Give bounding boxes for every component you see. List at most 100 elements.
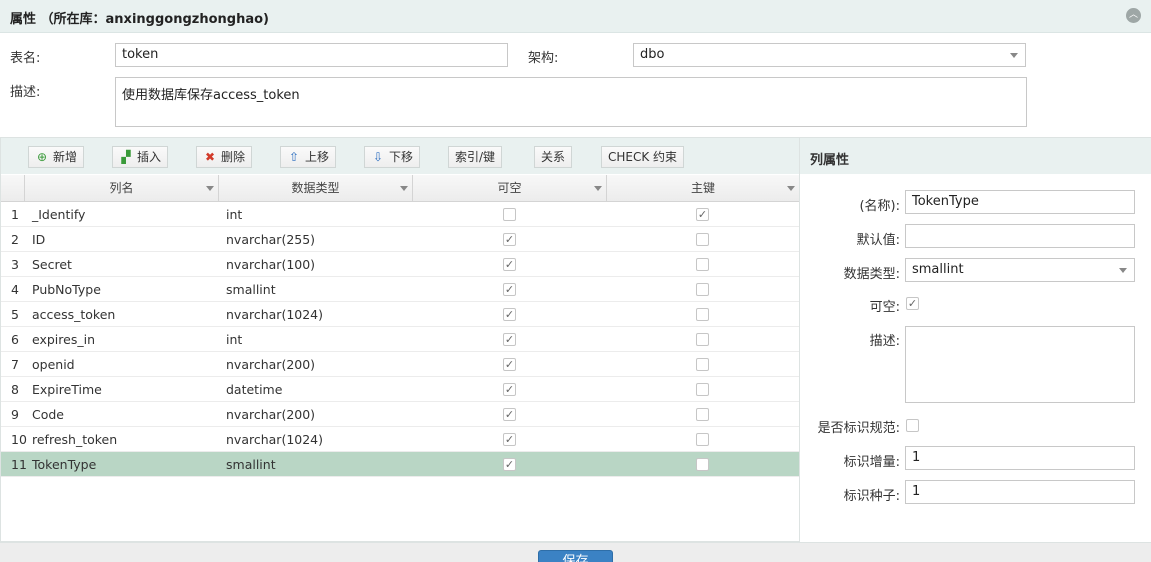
add-button[interactable]: ⊕ 新增 xyxy=(28,146,85,168)
nullable-checkbox[interactable] xyxy=(503,208,516,221)
data-type-cell[interactable]: nvarchar(200) xyxy=(226,357,315,372)
table-name-label: 表名: xyxy=(10,51,41,66)
table-row[interactable]: 10 refresh_token nvarchar(1024) ✓ xyxy=(1,427,799,452)
column-description-textarea[interactable] xyxy=(905,326,1135,403)
row-index: 9 xyxy=(11,407,19,422)
column-name-cell[interactable]: expires_in xyxy=(32,332,95,347)
save-button[interactable]: 保存 xyxy=(538,550,613,562)
columns-grid-panel: ⊕ 新增 ▞ 插入 ✖ 删除 ⇧ 上移 ⇩ 下移 索引/键 关系 CHECK 约束 列名 … xyxy=(0,137,800,542)
index-key-button[interactable]: 索引/键 xyxy=(448,146,503,168)
grid-header-type[interactable]: 数据类型 xyxy=(219,175,413,202)
identity-increment-input[interactable]: 1 xyxy=(905,446,1135,470)
primary-key-checkbox[interactable] xyxy=(696,383,709,396)
move-up-button[interactable]: ⇧ 上移 xyxy=(280,146,337,168)
chevron-down-icon xyxy=(1010,53,1018,58)
nullable-checkbox[interactable]: ✓ xyxy=(503,308,516,321)
column-name-cell[interactable]: access_token xyxy=(32,307,115,322)
chevron-down-icon[interactable] xyxy=(400,186,408,191)
nullable-checkbox[interactable]: ✓ xyxy=(503,283,516,296)
insert-icon: ▞ xyxy=(121,150,131,164)
primary-key-checkbox[interactable]: ✓ xyxy=(696,208,709,221)
row-index: 7 xyxy=(11,357,19,372)
column-name-cell[interactable]: ExpireTime xyxy=(32,382,102,397)
schema-select[interactable]: dbo xyxy=(633,43,1026,67)
collapse-icon[interactable]: ︿ xyxy=(1126,8,1141,23)
check-constraint-button[interactable]: CHECK 约束 xyxy=(601,146,685,168)
grid-header-pk[interactable]: 主键 xyxy=(607,175,799,202)
chevron-down-icon[interactable] xyxy=(206,186,214,191)
table-row[interactable]: 4 PubNoType smallint ✓ xyxy=(1,277,799,302)
primary-key-checkbox[interactable] xyxy=(696,258,709,271)
table-name-input[interactable]: token xyxy=(115,43,508,67)
column-name-cell[interactable]: PubNoType xyxy=(32,282,101,297)
identity-seed-input[interactable]: 1 xyxy=(905,480,1135,504)
table-row[interactable]: 11 TokenType smallint ✓ xyxy=(1,452,799,477)
insert-button-label: 插入 xyxy=(137,150,162,164)
move-down-button[interactable]: ⇩ 下移 xyxy=(364,146,421,168)
add-button-label: 新增 xyxy=(53,150,78,164)
column-name-cell[interactable]: _Identify xyxy=(32,207,85,222)
nullable-checkbox[interactable]: ✓ xyxy=(503,433,516,446)
grid-header-nullable[interactable]: 可空 xyxy=(413,175,607,202)
table-row[interactable]: 3 Secret nvarchar(100) ✓ xyxy=(1,252,799,277)
table-row[interactable]: 7 openid nvarchar(200) ✓ xyxy=(1,352,799,377)
primary-key-checkbox[interactable] xyxy=(696,433,709,446)
data-type-cell[interactable]: nvarchar(1024) xyxy=(226,307,323,322)
nullable-checkbox[interactable]: ✓ xyxy=(503,383,516,396)
data-type-cell[interactable]: datetime xyxy=(226,382,282,397)
table-row[interactable]: 5 access_token nvarchar(1024) ✓ xyxy=(1,302,799,327)
primary-key-checkbox[interactable] xyxy=(696,458,709,471)
default-value-input[interactable] xyxy=(905,224,1135,248)
column-name-cell[interactable]: refresh_token xyxy=(32,432,117,447)
primary-key-checkbox[interactable] xyxy=(696,308,709,321)
data-type-cell[interactable]: nvarchar(200) xyxy=(226,407,315,422)
table-row[interactable]: 9 Code nvarchar(200) ✓ xyxy=(1,402,799,427)
primary-key-checkbox[interactable] xyxy=(696,408,709,421)
table-row[interactable]: 2 ID nvarchar(255) ✓ xyxy=(1,227,799,252)
data-type-cell[interactable]: nvarchar(100) xyxy=(226,257,315,272)
relation-button[interactable]: 关系 xyxy=(534,146,573,168)
grid-header: 列名 数据类型 可空 主键 xyxy=(1,175,799,202)
data-type-cell[interactable]: smallint xyxy=(226,282,276,297)
page-title: 属性 （所在库：anxinggongzhonghao) xyxy=(10,12,269,27)
primary-key-checkbox[interactable] xyxy=(696,358,709,371)
column-name-cell[interactable]: Code xyxy=(32,407,64,422)
data-type-cell[interactable]: int xyxy=(226,207,242,222)
column-name-cell[interactable]: Secret xyxy=(32,257,72,272)
primary-key-checkbox[interactable] xyxy=(696,333,709,346)
nullable-checkbox[interactable]: ✓ xyxy=(503,408,516,421)
data-type-select[interactable]: smallint xyxy=(905,258,1135,282)
table-row[interactable]: 6 expires_in int ✓ xyxy=(1,327,799,352)
nullable-checkbox[interactable]: ✓ xyxy=(906,297,919,310)
description-textarea[interactable]: 使用数据库保存access_token xyxy=(115,77,1027,127)
column-name-cell[interactable]: ID xyxy=(32,232,45,247)
table-row[interactable]: 1 _Identify int ✓ xyxy=(1,202,799,227)
column-name-input[interactable]: TokenType xyxy=(905,190,1135,214)
plus-circle-icon: ⊕ xyxy=(36,150,48,164)
nullable-checkbox[interactable]: ✓ xyxy=(503,458,516,471)
row-index: 5 xyxy=(11,307,19,322)
identity-spec-checkbox[interactable] xyxy=(906,419,919,432)
data-type-cell[interactable]: int xyxy=(226,332,242,347)
nullable-checkbox[interactable]: ✓ xyxy=(503,233,516,246)
primary-key-checkbox[interactable] xyxy=(696,233,709,246)
table-row[interactable]: 8 ExpireTime datetime ✓ xyxy=(1,377,799,402)
data-type-cell[interactable]: nvarchar(255) xyxy=(226,232,315,247)
data-type-select-value: smallint xyxy=(912,262,964,277)
chevron-down-icon[interactable] xyxy=(594,186,602,191)
insert-button[interactable]: ▞ 插入 xyxy=(112,146,169,168)
default-value-label: 默认值: xyxy=(856,233,900,248)
delete-button[interactable]: ✖ 删除 xyxy=(196,146,253,168)
column-name-cell[interactable]: openid xyxy=(32,357,75,372)
column-name-cell[interactable]: TokenType xyxy=(32,457,96,472)
data-type-cell[interactable]: nvarchar(1024) xyxy=(226,432,323,447)
data-type-cell[interactable]: smallint xyxy=(226,457,276,472)
nullable-checkbox[interactable]: ✓ xyxy=(503,258,516,271)
primary-key-checkbox[interactable] xyxy=(696,283,709,296)
nullable-checkbox[interactable]: ✓ xyxy=(503,333,516,346)
row-index: 2 xyxy=(11,232,19,247)
chevron-down-icon[interactable] xyxy=(787,186,795,191)
footer-bar: 保存 xyxy=(0,542,1151,562)
nullable-checkbox[interactable]: ✓ xyxy=(503,358,516,371)
grid-header-name[interactable]: 列名 xyxy=(25,175,219,202)
